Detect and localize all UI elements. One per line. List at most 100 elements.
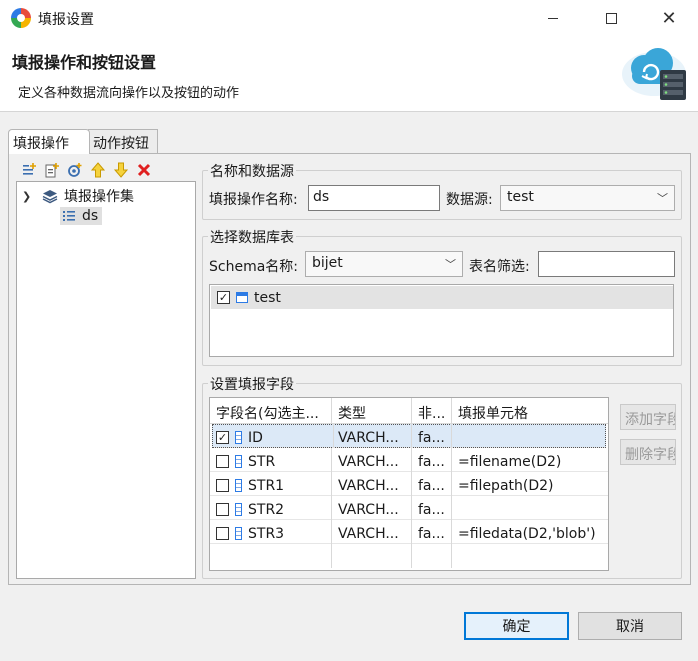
empty-cell <box>210 544 332 568</box>
field-name: STR3 <box>248 525 285 542</box>
dialog-header: 填报操作和按钮设置 定义各种数据流向操作以及按钮的动作 <box>0 36 698 112</box>
nonnull-cell: fa... <box>412 472 452 496</box>
field-name-cell[interactable]: STR3 <box>210 520 332 544</box>
tree-child-label: ds <box>82 208 99 224</box>
list-icon <box>63 211 75 221</box>
field-name: STR <box>248 453 276 470</box>
column-icon <box>235 431 242 444</box>
minimize-icon <box>548 17 558 19</box>
delete-icon[interactable] <box>135 162 152 179</box>
checkbox[interactable] <box>216 455 229 468</box>
list-item[interactable]: ✓ test <box>211 286 673 309</box>
layers-icon <box>42 190 58 204</box>
fill-cell[interactable] <box>452 424 608 448</box>
empty-cell <box>412 544 452 568</box>
table-list[interactable]: ✓ test <box>209 284 674 357</box>
schema-label: Schema名称: <box>209 259 299 275</box>
fill-cell[interactable]: =filepath(D2) <box>452 472 608 496</box>
nonnull-cell: fa... <box>412 448 452 472</box>
fields-group-label: 设置填报字段 <box>208 374 296 394</box>
schema-value: bijet <box>312 255 343 271</box>
schema-select[interactable]: bijet ﹀ <box>305 251 463 277</box>
add-icon[interactable] <box>20 162 37 179</box>
delete-field-button[interactable]: 删除字段 <box>620 439 676 465</box>
type-cell: VARCH... <box>332 424 412 448</box>
move-down-icon[interactable] <box>112 162 129 179</box>
table-row[interactable]: STR1 VARCH... fa... =filepath(D2) <box>210 472 608 496</box>
move-up-icon[interactable] <box>89 162 106 179</box>
chevron-down-icon: ﹀ <box>657 192 668 205</box>
close-icon: ✕ <box>661 7 677 29</box>
nonnull-cell: fa... <box>412 424 452 448</box>
field-name-cell[interactable]: STR2 <box>210 496 332 520</box>
field-name-cell[interactable]: ✓ ID <box>212 424 334 448</box>
column-icon <box>235 455 242 468</box>
fields-table[interactable]: 字段名(勾选主... 类型 非... 填报单元格 ✓ ID VARCH... fa… <box>209 397 609 571</box>
nonnull-cell: fa... <box>412 520 452 544</box>
app-logo-icon <box>11 8 31 28</box>
table-filter-label: 表名筛选: <box>469 259 530 275</box>
add-field-button[interactable]: 添加字段 <box>620 404 676 430</box>
operation-name-input[interactable]: ds <box>308 185 440 211</box>
table-icon <box>236 292 248 303</box>
table-row[interactable]: STR2 VARCH... fa... <box>210 496 608 520</box>
field-name: STR2 <box>248 501 285 518</box>
type-cell: VARCH... <box>332 520 412 544</box>
datasource-select[interactable]: test ﹀ <box>500 185 675 211</box>
minimize-button[interactable] <box>524 0 582 36</box>
maximize-button[interactable] <box>582 0 640 36</box>
chevron-down-icon: ﹀ <box>445 258 456 271</box>
field-name: STR1 <box>248 477 285 494</box>
column-header-nonnull[interactable]: 非... <box>412 398 452 424</box>
window-title: 填报设置 <box>38 12 94 28</box>
type-cell: VARCH... <box>332 448 412 472</box>
fill-cell[interactable] <box>452 496 608 520</box>
table-row-empty <box>210 544 608 568</box>
column-header-cell[interactable]: 填报单元格 <box>452 398 608 424</box>
table-filter-input[interactable] <box>538 251 675 277</box>
operations-tree[interactable] <box>16 181 196 579</box>
datasource-value: test <box>507 189 534 205</box>
type-cell: VARCH... <box>332 496 412 520</box>
checkbox[interactable] <box>216 527 229 540</box>
field-name-cell[interactable]: STR1 <box>210 472 332 496</box>
name-source-group-label: 名称和数据源 <box>208 161 296 181</box>
tab-fill-operations[interactable]: 填报操作 <box>8 129 90 154</box>
close-button[interactable]: ✕ <box>640 0 698 36</box>
column-icon <box>235 527 242 540</box>
link-icon[interactable] <box>66 162 83 179</box>
table-row[interactable]: STR VARCH... fa... =filename(D2) <box>210 448 608 472</box>
add-sub-icon[interactable] <box>43 162 60 179</box>
table-header: 字段名(勾选主... 类型 非... 填报单元格 <box>210 398 608 424</box>
column-icon <box>235 503 242 516</box>
header-title: 填报操作和按钮设置 <box>12 53 157 72</box>
nonnull-cell: fa... <box>412 496 452 520</box>
checkbox[interactable] <box>216 479 229 492</box>
column-header-type[interactable]: 类型 <box>332 398 412 424</box>
tab-action-buttons[interactable]: 动作按钮 <box>88 129 158 153</box>
checkbox[interactable] <box>216 503 229 516</box>
maximize-icon <box>605 12 617 24</box>
ok-button[interactable]: 确定 <box>464 612 569 640</box>
empty-cell <box>332 544 412 568</box>
checkbox-checked[interactable]: ✓ <box>216 431 229 444</box>
chevron-down-icon[interactable]: ❯ <box>22 190 36 203</box>
table-row[interactable]: ✓ ID VARCH... fa... <box>212 424 606 448</box>
tree-root-label: 填报操作集 <box>64 189 134 205</box>
tree-root-node[interactable]: ❯ 填报操作集 <box>22 186 134 206</box>
datasource-label: 数据源: <box>446 192 493 208</box>
checkbox-checked[interactable]: ✓ <box>217 291 230 304</box>
table-row[interactable]: STR3 VARCH... fa... =filedata(D2,'blob') <box>210 520 608 544</box>
operation-name-label: 填报操作名称: <box>209 192 298 208</box>
cloud-server-icon <box>622 48 686 100</box>
column-header-field-name[interactable]: 字段名(勾选主... <box>210 398 332 424</box>
cancel-button[interactable]: 取消 <box>578 612 682 640</box>
fill-cell[interactable]: =filedata(D2,'blob') <box>452 520 608 544</box>
tree-toolbar <box>20 161 152 179</box>
title-bar: 填报设置 ✕ <box>0 0 698 36</box>
field-name-cell[interactable]: STR <box>210 448 332 472</box>
fill-cell[interactable]: =filename(D2) <box>452 448 608 472</box>
tree-child-node[interactable]: ds <box>60 207 103 225</box>
column-icon <box>235 479 242 492</box>
type-cell: VARCH... <box>332 472 412 496</box>
